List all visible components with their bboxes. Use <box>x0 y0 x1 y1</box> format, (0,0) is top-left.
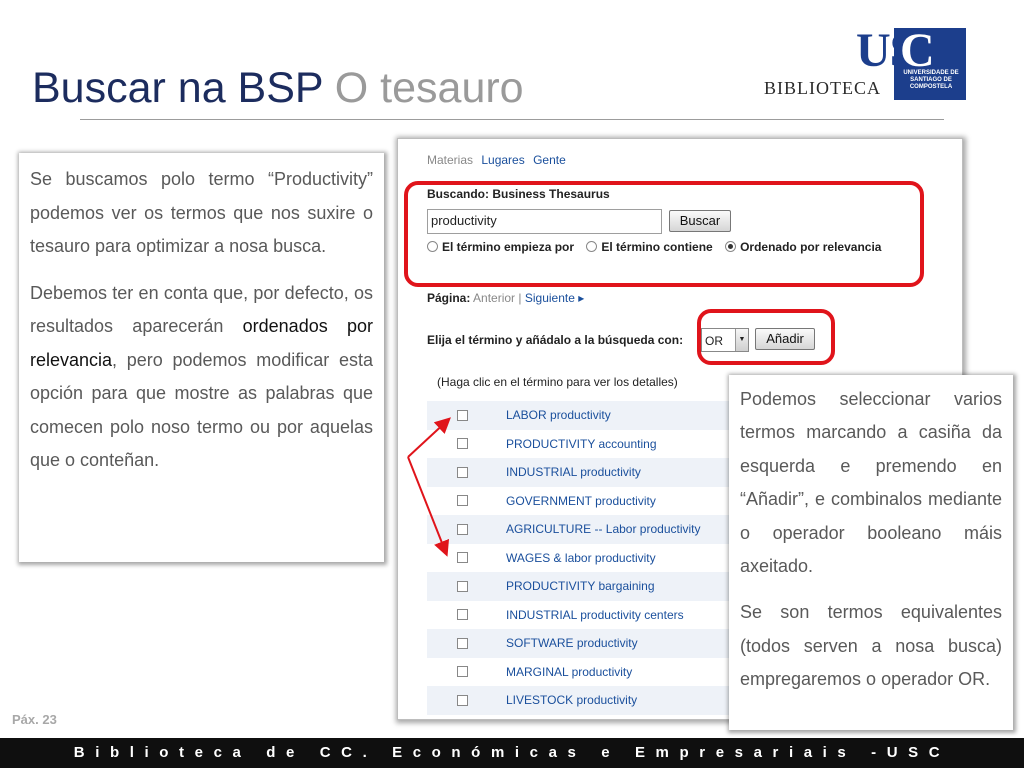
tab-materias[interactable]: Materias <box>427 153 473 167</box>
term-link[interactable]: GOVERNMENT productivity <box>506 494 656 508</box>
term-link[interactable]: AGRICULTURE -- Labor productivity <box>506 522 701 536</box>
footer-bar: Biblioteca de CC. Económicas e Empresari… <box>0 738 1024 768</box>
tab-lugares[interactable]: Lugares <box>481 153 524 167</box>
choose-term-label: Elija el término y añádalo a la búsqueda… <box>427 333 684 347</box>
left-paragraph-1: Se buscamos polo termo “Productivity” po… <box>30 169 373 256</box>
page-label: Página: <box>427 291 471 305</box>
usc-logo: USC C UNIVERSIDADE DE SANTIAGO DE COMPOS… <box>764 26 968 100</box>
term-link[interactable]: PRODUCTIVITY bargaining <box>506 579 655 593</box>
slide-title: Buscar na BSP O tesauro <box>32 62 524 114</box>
term-checkbox[interactable] <box>457 609 468 621</box>
term-link[interactable]: WAGES & labor productivity <box>506 551 656 565</box>
term-link[interactable]: SOFTWARE productivity <box>506 636 638 650</box>
page-number: Páx. 23 <box>12 712 57 727</box>
right-paragraph-2: Se son termos equivalentes (todos serven… <box>740 602 1002 690</box>
term-checkbox[interactable] <box>457 552 468 564</box>
logo-biblioteca-text: BIBLIOTECA <box>764 78 881 98</box>
logo-university-text: UNIVERSIDADE DE SANTIAGO DE COMPOSTELA <box>903 70 959 90</box>
right-text-box: Podemos seleccionar varios termos marcan… <box>729 375 1013 730</box>
footer-text: Biblioteca de CC. Económicas e Empresari… <box>73 744 951 761</box>
term-link[interactable]: PRODUCTIVITY accounting <box>506 437 657 451</box>
page-prev: Anterior <box>473 291 516 305</box>
term-checkbox[interactable] <box>457 409 468 421</box>
title-sub: O tesauro <box>334 64 524 112</box>
left-paragraph-2: Debemos ter en conta que, por defecto, o… <box>30 277 373 478</box>
operator-highlight-box <box>697 309 835 365</box>
term-link[interactable]: INDUSTRIAL productivity <box>506 465 641 479</box>
term-link[interactable]: INDUSTRIAL productivity centers <box>506 608 684 622</box>
term-checkbox[interactable] <box>457 694 468 706</box>
term-checkbox[interactable] <box>457 438 468 450</box>
thesaurus-tabs: Materias Lugares Gente <box>427 153 571 167</box>
term-checkbox[interactable] <box>457 637 468 649</box>
click-hint: (Haga clic en el término para ver los de… <box>437 375 678 389</box>
term-checkbox[interactable] <box>457 466 468 478</box>
term-link[interactable]: LABOR productivity <box>506 408 611 422</box>
logo-box-letter: C <box>900 24 935 77</box>
term-link[interactable]: LIVESTOCK productivity <box>506 693 637 707</box>
left-text-box: Se buscamos polo termo “Productivity” po… <box>19 153 384 562</box>
term-checkbox[interactable] <box>457 495 468 507</box>
right-paragraph-1: Podemos seleccionar varios termos marcan… <box>740 389 1002 577</box>
page-next-link[interactable]: Siguiente ▸ <box>525 291 584 305</box>
search-highlight-box <box>404 181 924 287</box>
title-main: Buscar na BSP <box>32 64 323 112</box>
term-checkbox[interactable] <box>457 666 468 678</box>
term-link[interactable]: MARGINAL productivity <box>506 665 632 679</box>
tab-gente[interactable]: Gente <box>533 153 566 167</box>
title-divider <box>80 119 944 120</box>
term-checkbox[interactable] <box>457 580 468 592</box>
pagination: Página: Anterior | Siguiente ▸ <box>427 291 585 305</box>
term-checkbox[interactable] <box>457 523 468 535</box>
